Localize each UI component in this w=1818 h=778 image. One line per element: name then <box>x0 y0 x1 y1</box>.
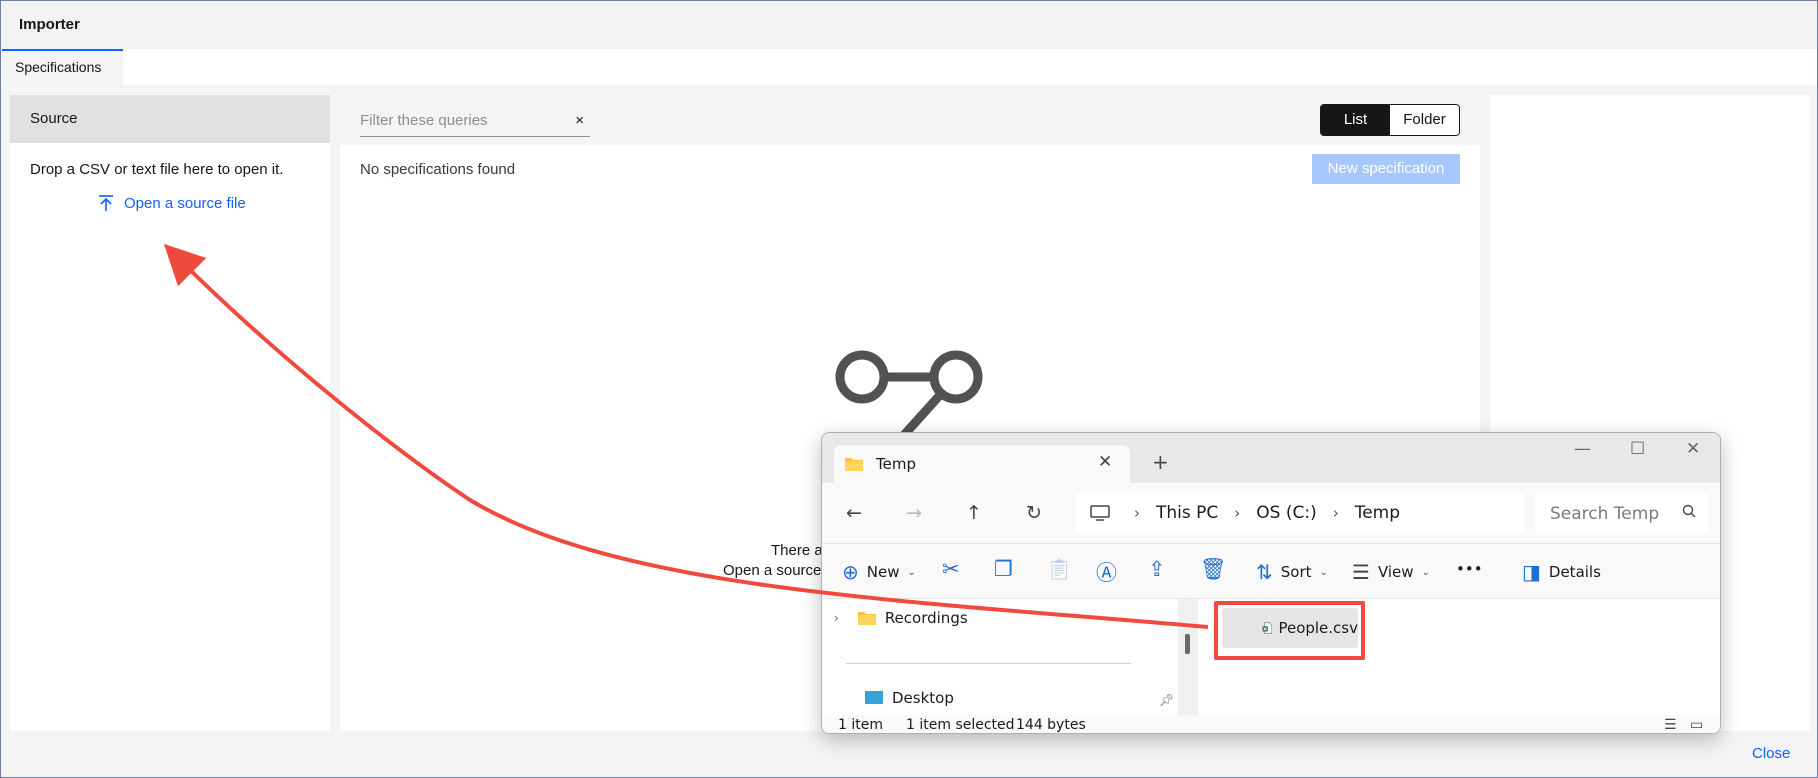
explorer-navigation-bar: ← → ↑ ↻ › This PC › OS (C:) › Temp Searc… <box>822 483 1720 543</box>
status-selected: 1 item selected <box>906 717 1015 733</box>
forward-icon[interactable]: → <box>906 502 922 524</box>
nav-item-label: Recordings <box>884 609 968 627</box>
new-tab-icon[interactable]: + <box>1152 450 1169 474</box>
nav-item-recordings[interactable]: › Recordings <box>834 609 968 627</box>
scrollbar-thumb[interactable] <box>1185 634 1190 654</box>
tiles-view-icon[interactable]: ▭ <box>1690 717 1703 733</box>
chevron-down-icon: ⌄ <box>907 566 916 578</box>
details-pane-icon: ◨ <box>1522 560 1541 584</box>
no-specifications-text: No specifications found <box>360 161 516 178</box>
minimize-icon[interactable]: — <box>1574 439 1591 459</box>
back-icon[interactable]: ← <box>846 502 862 524</box>
new-button-label: New <box>866 563 900 581</box>
scrollbar-track[interactable] <box>1178 599 1198 715</box>
more-options-icon[interactable]: ••• <box>1456 560 1483 578</box>
refresh-icon[interactable]: ↻ <box>1026 502 1042 524</box>
source-header: Source <box>10 95 330 143</box>
window-close-icon[interactable]: ✕ <box>1686 439 1700 459</box>
tab-specifications[interactable]: Specifications <box>2 49 123 85</box>
rename-icon[interactable]: Ⓐ <box>1096 557 1117 587</box>
breadcrumb-separator: › <box>1134 504 1140 522</box>
close-button[interactable]: Close <box>1752 745 1790 762</box>
navigation-pane: › Recordings Desktop 📌︎ <box>834 599 1174 715</box>
view-button-label: View <box>1377 563 1414 581</box>
details-button[interactable]: ◨ Details <box>1522 560 1601 584</box>
source-panel: Source Drop a CSV or text file here to o… <box>10 95 330 731</box>
maximize-icon[interactable]: ☐ <box>1630 439 1645 459</box>
details-button-label: Details <box>1548 563 1601 581</box>
status-item-count: 1 item <box>838 717 883 733</box>
explorer-command-bar: ⊕ New ⌄ ✂ ❐ 📋︎ Ⓐ ⇪ 🗑︎ ⇅ Sort ⌄ ☰ View ⌄ … <box>822 543 1720 599</box>
annotation-highlight-box <box>1214 601 1365 660</box>
breadcrumb-this-pc[interactable]: This PC <box>1156 503 1218 523</box>
up-icon[interactable]: ↑ <box>966 502 982 524</box>
cut-icon[interactable]: ✂ <box>942 557 960 581</box>
chevron-down-icon: ⌄ <box>1421 566 1430 578</box>
chevron-down-icon: ⌄ <box>1319 566 1328 578</box>
breadcrumb-temp[interactable]: Temp <box>1355 503 1400 523</box>
view-folder-button[interactable]: Folder <box>1390 105 1459 135</box>
search-placeholder: Search Temp <box>1550 504 1660 524</box>
empty-state-hint: Open a source <box>723 562 822 579</box>
new-button[interactable]: ⊕ New ⌄ <box>842 560 916 584</box>
new-specification-button[interactable]: New specification <box>1312 154 1460 184</box>
explorer-tab-temp[interactable]: Temp ✕ <box>834 445 1130 483</box>
open-source-file-label: Open a source file <box>124 194 246 212</box>
explorer-tab-label: Temp <box>876 455 916 473</box>
open-source-file-link[interactable]: Open a source file <box>96 193 246 213</box>
address-bar[interactable]: › This PC › OS (C:) › Temp <box>1076 493 1524 533</box>
explorer-search-input[interactable]: Search Temp <box>1534 493 1708 533</box>
status-size: 144 bytes <box>1016 717 1086 733</box>
view-button[interactable]: ☰ View ⌄ <box>1352 560 1430 584</box>
specifications-toolbar: × List Folder <box>340 95 1480 145</box>
delete-icon[interactable]: 🗑︎ <box>1200 557 1227 582</box>
sort-button-label: Sort <box>1280 563 1312 581</box>
breadcrumb-separator: › <box>1332 504 1339 522</box>
desktop-icon <box>865 691 883 704</box>
title-bar: Importer <box>1 1 1817 49</box>
view-toggle: List Folder <box>1320 104 1460 136</box>
filter-input[interactable] <box>360 105 560 135</box>
breadcrumb-os-c[interactable]: OS (C:) <box>1256 503 1316 523</box>
filter-field: × <box>360 105 590 137</box>
empty-state-title: There a <box>771 542 823 559</box>
sort-button[interactable]: ⇅ Sort ⌄ <box>1256 560 1328 584</box>
drop-zone-text: Drop a CSV or text file here to open it. <box>30 161 284 178</box>
chevron-right-icon: › <box>834 611 839 625</box>
share-icon[interactable]: ⇪ <box>1148 557 1166 581</box>
folder-icon <box>845 458 863 471</box>
tab-close-icon[interactable]: ✕ <box>1098 452 1112 472</box>
explorer-tab-strip: Temp ✕ + — ☐ ✕ <box>822 433 1720 483</box>
nav-item-label: Desktop <box>892 689 954 707</box>
plus-circle-icon: ⊕ <box>842 560 859 584</box>
breadcrumb-separator: › <box>1234 504 1241 522</box>
nav-item-desktop[interactable]: Desktop <box>864 689 954 707</box>
clear-filter-icon[interactable]: × <box>575 112 584 129</box>
nav-divider <box>846 663 1131 664</box>
details-view-icon[interactable]: ☰ <box>1664 717 1677 733</box>
file-explorer-window: Temp ✕ + — ☐ ✕ ← → ↑ ↻ › This PC › OS (C… <box>821 432 1721 734</box>
app-title: Importer <box>19 16 80 33</box>
paste-icon[interactable]: 📋︎ <box>1046 557 1073 582</box>
explorer-status-bar: 1 item 1 item selected 144 bytes ☰ ▭ <box>822 715 1720 733</box>
view-icon: ☰ <box>1352 560 1370 584</box>
tab-bar: Specifications <box>1 49 1817 85</box>
upload-icon <box>99 195 113 211</box>
search-icon <box>1682 504 1696 518</box>
view-list-button[interactable]: List <box>1321 105 1390 135</box>
computer-icon <box>1090 505 1110 521</box>
copy-icon[interactable]: ❐ <box>994 557 1013 581</box>
sort-icon: ⇅ <box>1256 560 1273 584</box>
folder-icon <box>857 612 876 625</box>
pin-icon: 📌︎ <box>1159 693 1175 707</box>
